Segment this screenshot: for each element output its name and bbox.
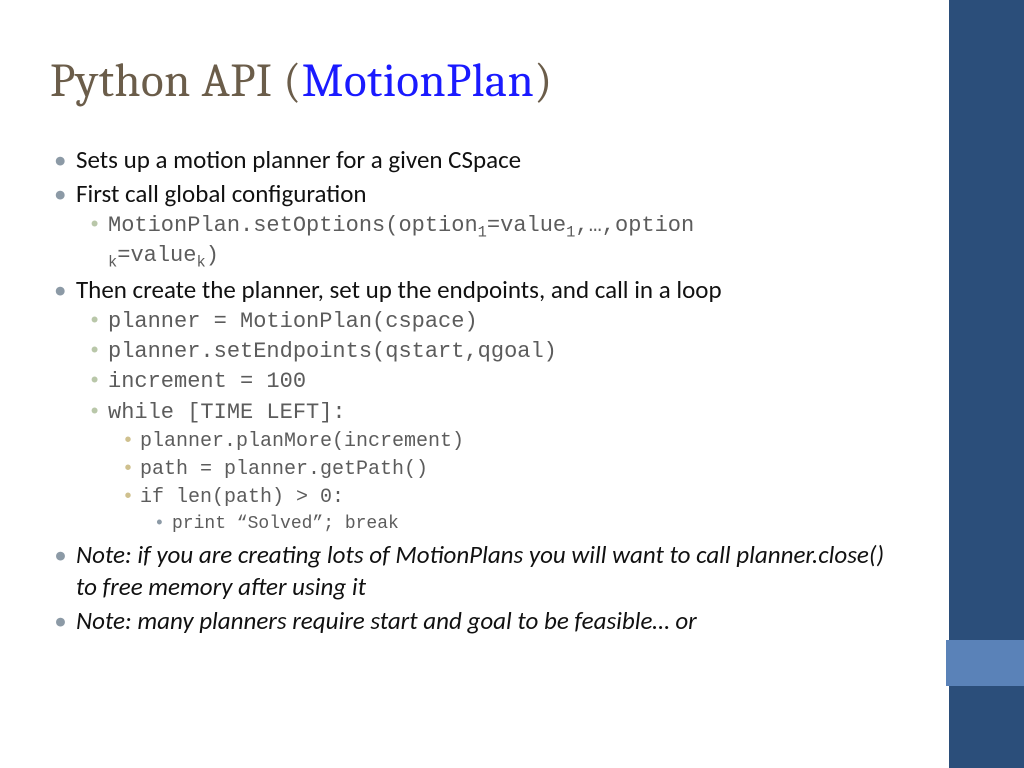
note-1: Note: if you are creating lots of Motion… <box>50 539 885 603</box>
code-setoptions: MotionPlan.setOptions(option1=value1,…,o… <box>84 211 885 272</box>
code-line: while [TIME LEFT]: planner.planMore(incr… <box>84 398 885 538</box>
code-line: if len(path) > 0: print “Solved”; break <box>118 484 885 537</box>
t: ) <box>206 243 219 268</box>
bullet-list: Sets up a motion planner for a given CSp… <box>50 144 885 637</box>
code-line: planner.setEndpoints(qstart,qgoal) <box>84 337 885 367</box>
title-suffix: ) <box>534 54 552 108</box>
code-line: planner = MotionPlan(cspace) <box>84 307 885 337</box>
title-prefix: Python API ( <box>50 54 302 108</box>
t: ,…,option <box>575 213 694 238</box>
t: if len(path) > 0: <box>140 486 344 509</box>
sub: k <box>108 254 117 272</box>
note-2: Note: many planners require start and go… <box>50 605 885 637</box>
t: =value <box>117 243 196 268</box>
sub: k <box>196 254 205 272</box>
t: while [TIME LEFT]: <box>108 400 346 425</box>
code-line: planner.planMore(increment) <box>118 428 885 456</box>
t: MotionPlan.setOptions(option <box>108 213 478 238</box>
slide-body: Python API (MotionPlan) Sets up a motion… <box>0 0 945 768</box>
text: Then create the planner, set up the endp… <box>76 274 722 305</box>
code-line: print “Solved”; break <box>150 512 885 537</box>
sub: 1 <box>478 223 487 241</box>
bullet-1: Sets up a motion planner for a given CSp… <box>50 144 885 176</box>
t: =value <box>487 213 566 238</box>
text: First call global configuration <box>76 178 367 209</box>
slide-title: Python API (MotionPlan) <box>50 54 885 108</box>
title-link[interactable]: MotionPlan <box>302 54 534 108</box>
code-line: increment = 100 <box>84 367 885 397</box>
bullet-3: Then create the planner, set up the endp… <box>50 274 885 538</box>
bullet-2: First call global configuration MotionPl… <box>50 178 885 272</box>
text: Sets up a motion planner for a given CSp… <box>76 144 521 175</box>
sub: 1 <box>566 223 575 241</box>
code-line: path = planner.getPath() <box>118 456 885 484</box>
side-stripe-light <box>946 640 1024 686</box>
